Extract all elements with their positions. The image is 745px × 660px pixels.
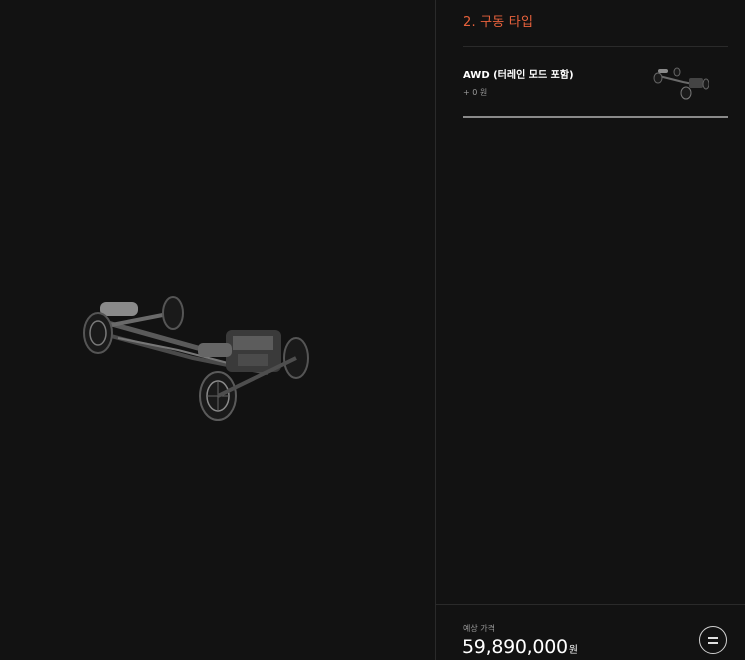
price-footer: 예상 가격 59,890,000원	[436, 604, 745, 660]
drivetrain-thumbnail	[653, 67, 709, 100]
trim-option-panel: 2. 구동 타입 AWD (터레인 모드 포함) + 0 원 예상 가격 59,…	[435, 0, 745, 660]
menu-button[interactable]	[699, 626, 727, 654]
price-unit: 원	[568, 645, 578, 656]
option-name: AWD (터레인 모드 포함)	[463, 70, 574, 81]
drivetrain-option-awd[interactable]: AWD (터레인 모드 포함) + 0 원	[463, 47, 728, 118]
estimated-price-label: 예상 가격	[463, 624, 495, 633]
section-title: 2. 구동 타입	[463, 15, 534, 30]
menu-lines-icon	[708, 642, 718, 644]
price-value: 59,890,000	[462, 636, 568, 658]
estimated-price: 59,890,000원	[462, 636, 578, 658]
option-price: + 0 원	[463, 88, 488, 97]
vehicle-preview-stage	[0, 0, 435, 660]
chassis-drivetrain-image	[83, 296, 309, 421]
menu-lines-icon	[708, 637, 718, 639]
